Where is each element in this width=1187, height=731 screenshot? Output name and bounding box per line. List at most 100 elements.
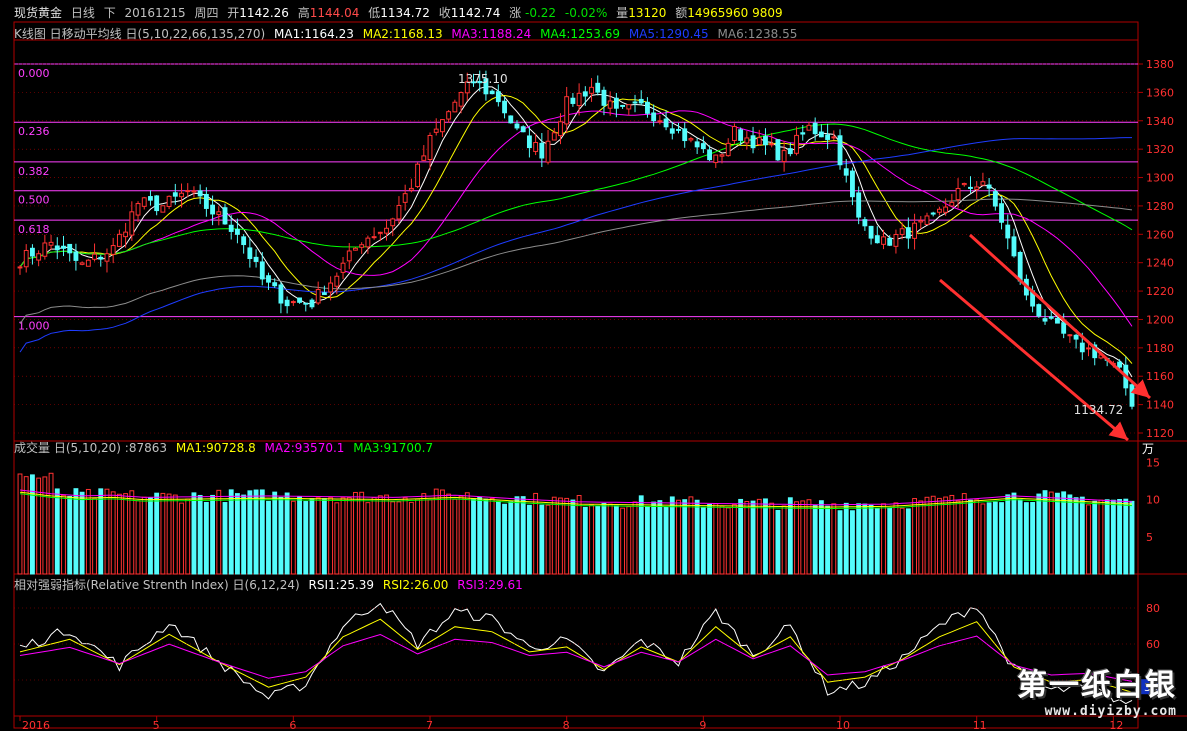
volume-bar	[514, 496, 520, 575]
rsi-line-1	[19, 602, 1133, 705]
candles[interactable]	[17, 70, 1135, 410]
time-tick-label: 7	[426, 719, 433, 731]
volume-bar	[899, 507, 905, 575]
time-axis: 2016 5 6 7 8 9 10 11 12	[19, 716, 1123, 731]
candle-body	[48, 241, 54, 246]
volume-bar	[129, 490, 135, 575]
candle-body	[601, 89, 607, 106]
candle-body	[266, 275, 271, 283]
volume-bar	[495, 500, 501, 575]
volume-bar	[259, 489, 265, 575]
price-tick-label: 1340	[1146, 115, 1174, 128]
candle-body	[750, 135, 756, 149]
volume-bar	[781, 505, 787, 575]
price-tick-label: 1300	[1146, 172, 1174, 185]
volume-bar	[241, 494, 247, 575]
candle-body	[85, 259, 91, 267]
candle-body	[868, 225, 874, 239]
volume-bar	[377, 495, 383, 575]
candle-body	[763, 136, 768, 146]
ma-line-2	[19, 94, 1133, 364]
volume-bar	[166, 493, 172, 575]
candle-body	[1073, 334, 1079, 340]
volume-tick-label: 15	[1146, 456, 1160, 469]
volume-bar	[651, 501, 657, 575]
volume-bar	[359, 491, 365, 575]
outer-border	[13, 21, 1139, 729]
volume-bar	[266, 500, 271, 575]
candle-body	[533, 141, 539, 152]
volume-bar	[191, 492, 197, 575]
volume-bar	[433, 488, 439, 575]
candle-body	[54, 245, 60, 251]
candle-body	[346, 250, 352, 262]
volume-bar	[315, 497, 321, 575]
candle-body	[794, 134, 799, 154]
candle-body	[663, 118, 669, 128]
volume-bar	[154, 492, 160, 575]
candle-body	[818, 131, 824, 138]
volume-bar	[148, 497, 153, 575]
candle-body	[446, 111, 452, 120]
rsi-lines	[19, 602, 1133, 705]
volume-bar	[210, 494, 216, 575]
candle-body	[1117, 361, 1123, 368]
low-annotation: 1134.72	[1074, 403, 1124, 417]
volume-bar	[135, 500, 141, 575]
candle-body	[415, 163, 421, 188]
volume-bar	[185, 498, 191, 575]
candle-body	[452, 101, 458, 113]
volume-bar	[539, 504, 545, 575]
volume-bar	[92, 498, 97, 575]
candle-body	[315, 289, 321, 304]
candle-body	[284, 299, 290, 307]
kline-chart[interactable]: 0.0000.2360.3820.5000.6181.000 112011401…	[0, 0, 1187, 731]
volume-bar	[408, 501, 414, 575]
volume-bar	[986, 502, 992, 575]
volume-bar	[545, 504, 551, 575]
candle-body	[974, 186, 980, 190]
candle-body	[384, 227, 389, 234]
candle-body	[253, 256, 259, 262]
volume-bar	[999, 502, 1004, 575]
chart-frame	[13, 21, 1187, 729]
candle-body	[1011, 236, 1017, 257]
volume-bar	[713, 503, 719, 575]
volume-bars[interactable]	[17, 472, 1135, 575]
volume-bar	[284, 492, 290, 575]
volume-bar	[29, 474, 35, 575]
fib-label-0: 0.000	[18, 67, 50, 80]
volume-bar	[800, 500, 806, 575]
volume-bar	[558, 497, 563, 575]
volume-bar	[1061, 491, 1067, 575]
volume-bar	[601, 502, 607, 575]
candle-body	[787, 148, 793, 155]
candle-body	[850, 170, 855, 198]
volume-bar	[669, 496, 675, 575]
volume-bar	[402, 497, 408, 575]
volume-bar	[831, 503, 837, 575]
candle-body	[545, 140, 551, 163]
candle-body	[682, 128, 688, 142]
volume-bar	[663, 506, 669, 575]
fib-label-2: 0.382	[18, 165, 50, 178]
candle-body	[856, 192, 862, 218]
candle-body	[353, 247, 358, 251]
price-tick-label: 1200	[1146, 313, 1174, 326]
volume-bar	[340, 497, 346, 575]
candle-body	[235, 228, 240, 235]
time-tick-label: 12	[1109, 719, 1123, 731]
volume-bar	[818, 500, 824, 575]
volume-bar	[632, 501, 638, 575]
volume-bar	[471, 498, 476, 575]
candle-body	[1061, 322, 1067, 334]
rsi-axis: 40608036	[14, 602, 1162, 695]
candle-body	[725, 142, 731, 157]
volume-bar	[85, 488, 91, 575]
ma-line-3	[19, 110, 1133, 327]
volume-bar	[334, 502, 340, 575]
volume-bar	[1073, 497, 1079, 575]
candle-body	[781, 150, 787, 162]
candle-body	[893, 233, 899, 247]
volume-bar	[1079, 496, 1085, 575]
